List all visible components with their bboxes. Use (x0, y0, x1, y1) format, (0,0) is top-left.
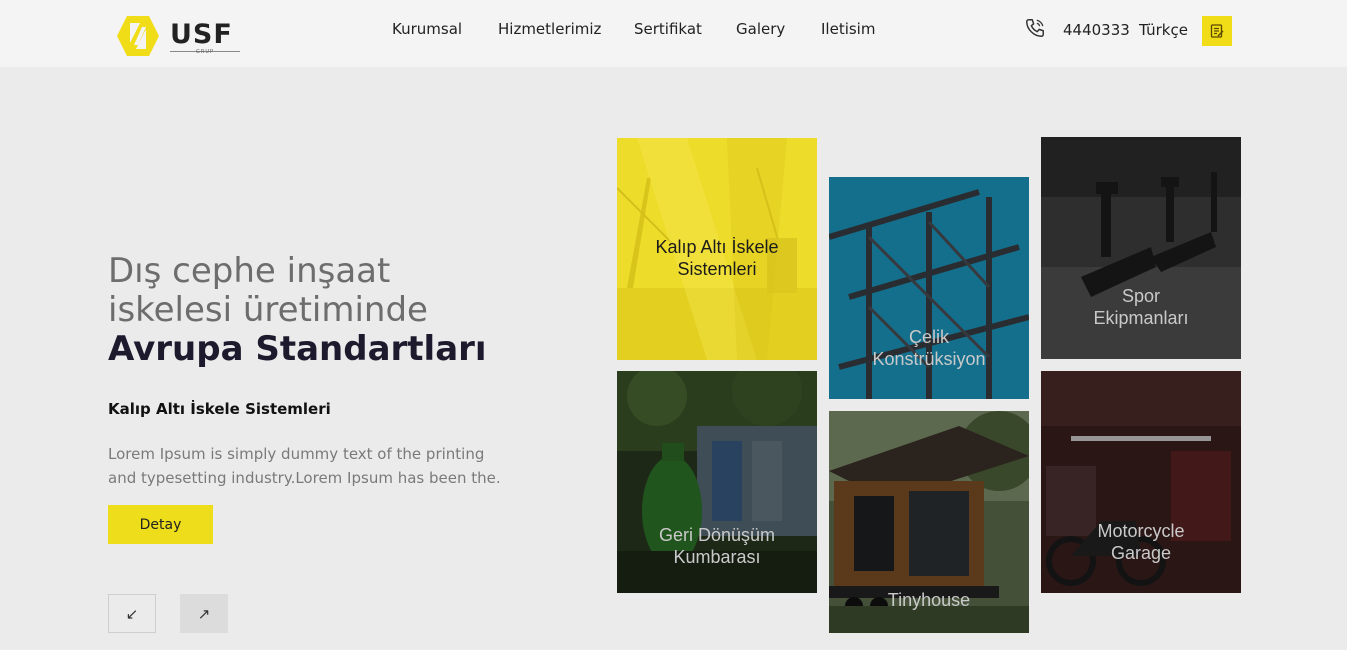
tile-tinyhouse[interactable]: Tinyhouse (829, 411, 1029, 633)
tile-label-line2: Kumbarası (673, 547, 761, 567)
tile-label: Motorcycle Garage (1041, 520, 1241, 564)
tile-label-line1: Tinyhouse (887, 590, 971, 610)
tile-celik-konstruksiyon[interactable]: Çelik Konstrüksiyon (829, 177, 1029, 399)
tile-label-line2: Ekipmanları (1093, 308, 1189, 328)
tile-label: Çelik Konstrüksiyon (829, 326, 1029, 370)
hero-title-line2: iskelesi üretiminde (108, 290, 428, 330)
tile-label-line1: Kalıp Altı İskele (655, 237, 779, 257)
note-icon (1210, 24, 1224, 38)
tile-label: Geri Dönüşüm Kumbarası (617, 524, 817, 568)
brand-name: USF (170, 19, 233, 50)
tile-label-line2: Garage (1110, 543, 1172, 563)
tile-label-line1: Çelik (908, 327, 949, 347)
hero-title-emphasis: Avrupa Standartları (108, 329, 487, 369)
tile-label-line1: Spor (1121, 286, 1161, 306)
tile-kalip-alti-iskele[interactable]: Kalıp Altı İskele Sistemleri (617, 138, 817, 360)
note-button[interactable] (1202, 16, 1232, 46)
brand-sub: GRUP (196, 49, 215, 55)
arrow-up-right-icon: ↗ (197, 604, 211, 623)
tile-motorcycle-garage[interactable]: Motorcycle Garage (1041, 371, 1241, 593)
language-selector[interactable]: Türkçe (1139, 21, 1188, 39)
tile-label: Tinyhouse (829, 589, 1029, 611)
detay-button[interactable]: Detay (108, 505, 213, 544)
tile-geri-donusum[interactable]: Geri Dönüşüm Kumbarası (617, 371, 817, 593)
nav-item-sertifikat[interactable]: Sertifikat (634, 20, 702, 38)
arrow-down-left-icon: ↙ (125, 604, 139, 623)
nav-item-hizmetlerimiz[interactable]: Hizmetlerimiz (498, 20, 601, 38)
tile-label-line1: Motorcycle (1097, 521, 1185, 541)
phone-number-link[interactable]: 4440333 (1063, 21, 1130, 39)
slider-prev-button[interactable]: ↙ (108, 594, 156, 633)
tile-label-line2: Sistemleri (677, 259, 757, 279)
brand-logo[interactable]: USF GRUP (116, 15, 246, 57)
slider-next-button[interactable]: ↗ (180, 594, 228, 633)
hero-title-line1: Dış cephe inşaat (108, 251, 391, 291)
nav-item-iletisim[interactable]: Iletisim (821, 20, 875, 38)
nav-item-kurumsal[interactable]: Kurumsal (392, 20, 462, 38)
hero-description: Lorem Ipsum is simply dummy text of the … (108, 445, 501, 487)
logo-mark-icon (117, 16, 159, 56)
tile-label-line2: Konstrüksiyon (872, 349, 986, 369)
phone-icon (1026, 19, 1044, 37)
nav-item-galery[interactable]: Galery (736, 20, 785, 38)
tile-spor-ekipmanlari[interactable]: Spor Ekipmanları (1041, 137, 1241, 359)
tile-label: Kalıp Altı İskele Sistemleri (617, 236, 817, 280)
tile-label: Spor Ekipmanları (1041, 285, 1241, 329)
site-header: USF GRUP Kurumsal Hizmetlerimiz Sertifik… (0, 0, 1347, 67)
hero-subtitle: Kalıp Altı İskele Sistemleri (108, 400, 331, 418)
tile-label-line1: Geri Dönüşüm (658, 525, 776, 545)
